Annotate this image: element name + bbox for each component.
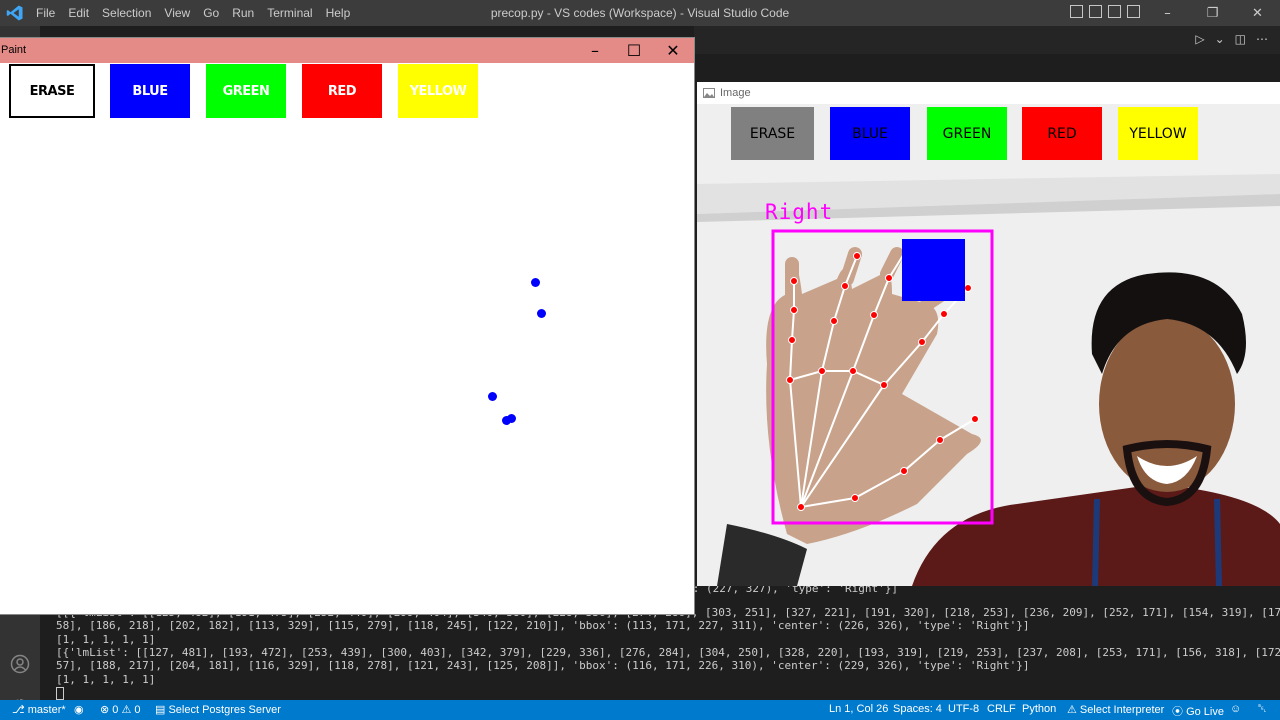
notifications-bell-icon[interactable]: ␇ — [1258, 703, 1267, 716]
paint-minimize-icon[interactable]: – — [575, 38, 615, 63]
terminal-cursor — [56, 686, 64, 700]
paint-stroke-dot — [507, 414, 516, 423]
toggle-secondary-sidebar-icon[interactable] — [1108, 5, 1121, 18]
vscode-title-bar: File Edit Selection View Go Run Terminal… — [0, 0, 1280, 26]
paint-erase-button[interactable]: ERASE — [9, 64, 95, 118]
paint-title-bar[interactable]: Paint – ☐ ✕ — [0, 38, 694, 63]
status-bar: ⎇ master* ◉ ⊗ 0 ⚠ 0 ▤ Select Postgres Se… — [0, 700, 1280, 720]
run-python-icon[interactable]: ▷ — [1195, 32, 1204, 46]
paint-stroke-dot — [488, 392, 497, 401]
paint-stroke-dot — [531, 278, 540, 287]
restore-icon[interactable]: ❐ — [1190, 0, 1235, 26]
problems-status[interactable]: ⊗ 0 ⚠ 0 — [100, 703, 141, 716]
hand-landmarks-overlay — [771, 229, 994, 525]
webcam-frame: ERASE BLUE GREEN RED YELLOW Right — [697, 104, 1280, 586]
terminal-line: 57], [188, 217], [204, 181], [116, 329],… — [56, 659, 1030, 672]
indentation-status[interactable]: Spaces: 4 — [893, 703, 942, 715]
paint-close-icon[interactable]: ✕ — [653, 38, 693, 63]
image-title: Image — [720, 87, 751, 99]
terminal-line: [1, 1, 1, 1, 1] — [56, 633, 156, 646]
paint-title: Paint — [1, 44, 27, 56]
editor-toolbar: ▷ ⌄ ◫ ⋯ — [694, 26, 1280, 54]
split-editor-icon[interactable]: ◫ — [1235, 32, 1246, 46]
paint-green-button[interactable]: GREEN — [206, 64, 286, 118]
paint-stroke-dot — [537, 309, 546, 318]
window-controls: – ❐ ✕ — [1145, 0, 1280, 26]
paint-red-button[interactable]: RED — [302, 64, 382, 118]
go-live-status[interactable]: ⦿ Go Live — [1172, 703, 1224, 719]
close-icon[interactable]: ✕ — [1235, 0, 1280, 26]
interpreter-status[interactable]: ⚠ Select Interpreter — [1067, 703, 1164, 716]
eol-status[interactable]: CRLF — [987, 703, 1016, 715]
image-window-icon — [703, 88, 715, 98]
image-title-bar[interactable]: Image — [697, 82, 1280, 105]
image-window: Image ERASE BLUE GREEN RED YELLOW Right — [697, 82, 1280, 586]
more-actions-icon[interactable]: ⋯ — [1256, 32, 1268, 46]
selected-color-square — [902, 239, 965, 301]
branch-status[interactable]: ⎇ master* — [12, 703, 66, 716]
run-dropdown-icon[interactable]: ⌄ — [1215, 32, 1225, 46]
layout-controls — [1070, 5, 1140, 18]
paint-blue-button[interactable]: BLUE — [110, 64, 190, 118]
paint-maximize-icon[interactable]: ☐ — [614, 38, 654, 63]
customize-layout-icon[interactable] — [1127, 5, 1140, 18]
minimize-icon[interactable]: – — [1145, 0, 1190, 26]
paint-yellow-button[interactable]: YELLOW — [398, 64, 478, 118]
terminal-line: [1, 1, 1, 1, 1] — [56, 673, 156, 686]
terminal-line: 58], [186, 218], [202, 182], [113, 329],… — [56, 619, 1030, 632]
toggle-panel-icon[interactable] — [1089, 5, 1102, 18]
paint-window: Paint – ☐ ✕ ERASE BLUE GREEN RED YELLOW — [0, 38, 694, 614]
language-mode[interactable]: Python — [1022, 703, 1056, 715]
feedback-icon[interactable]: ☺ — [1230, 703, 1241, 715]
live-share-icon[interactable]: ◉ — [74, 703, 84, 716]
postgres-status[interactable]: ▤ Select Postgres Server — [155, 703, 281, 716]
terminal-line: [{'lmList': [[127, 481], [193, 472], [25… — [56, 646, 1280, 659]
cursor-position[interactable]: Ln 1, Col 26 — [829, 703, 888, 715]
accounts-icon[interactable] — [10, 654, 30, 674]
toggle-sidebar-icon[interactable] — [1070, 5, 1083, 18]
encoding-status[interactable]: UTF-8 — [948, 703, 979, 715]
paint-canvas[interactable] — [0, 120, 694, 614]
